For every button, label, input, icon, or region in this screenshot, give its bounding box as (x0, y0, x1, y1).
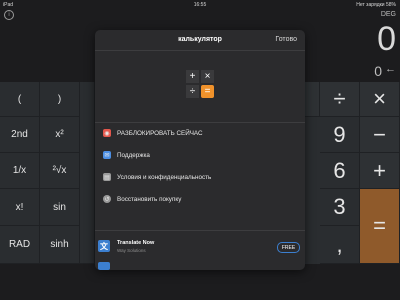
document-icon: ▤ (103, 173, 111, 181)
unlock-item[interactable]: ◉ РАЗБЛОКИРОВАТЬ СЕЙЧАС (103, 126, 297, 140)
divider (95, 122, 305, 123)
lock-icon: ◉ (103, 129, 111, 137)
key-column-partial (80, 82, 95, 264)
backspace-icon[interactable]: ← (385, 63, 396, 75)
app-icon: + × ÷ = (186, 70, 215, 99)
times-icon: × (201, 70, 214, 83)
restore-label: Восстановить покупку (117, 195, 182, 203)
key-divide[interactable]: ÷ (320, 82, 360, 117)
settings-sheet: калькулятор Готово + × ÷ = ◉ РАЗБЛОКИРОВ… (95, 30, 305, 270)
ad-icon-partial (98, 262, 110, 270)
plus-icon: + (186, 70, 199, 83)
status-bar: iPad 16:55 Нет зарядки 58% (0, 0, 400, 9)
key-sin[interactable]: sin (40, 189, 80, 226)
key-comma[interactable]: , (320, 226, 360, 264)
key-plus[interactable]: + (360, 153, 400, 189)
ad-banner[interactable]: 文 Translate Now Way Solutions FREE (95, 235, 305, 270)
translate-app-icon: 文 (98, 240, 110, 252)
support-item[interactable]: ✉ Поддержка (103, 148, 297, 162)
divider (95, 50, 305, 51)
key-reciprocal[interactable]: 1/x (0, 153, 40, 189)
key-multiply[interactable]: × (360, 82, 400, 117)
ad-app-name: Translate Now (117, 240, 155, 246)
key-column-partial-right (305, 82, 320, 117)
key-six[interactable]: 6 (320, 153, 360, 189)
key-factorial[interactable]: x! (0, 189, 40, 226)
main-display: 0 (377, 20, 396, 58)
restore-icon: ↺ (103, 195, 111, 203)
key-rad[interactable]: RAD (0, 226, 40, 264)
divide-icon: ÷ (186, 85, 199, 98)
clock: 16:55 (193, 2, 207, 8)
secondary-display: 0 (374, 63, 382, 79)
key-nine[interactable]: 9 (320, 117, 360, 153)
terms-label: Условия и конфиденциальность (117, 173, 212, 181)
key-second[interactable]: 2nd (0, 117, 40, 153)
key-three[interactable]: 3 (320, 189, 360, 226)
divider (95, 230, 305, 231)
mail-icon: ✉ (103, 151, 111, 159)
restore-item[interactable]: ↺ Восстановить покупку (103, 192, 297, 206)
unlock-label: РАЗБЛОКИРОВАТЬ СЕЙЧАС (117, 129, 203, 137)
terms-item[interactable]: ▤ Условия и конфиденциальность (103, 170, 297, 184)
battery-status: Нет зарядки 58% (356, 2, 396, 8)
key-close-paren[interactable]: ) (40, 82, 80, 117)
angle-mode: DEG (380, 11, 396, 18)
key-sqrt[interactable]: ²√x (40, 153, 80, 189)
sheet-title: калькулятор (178, 36, 222, 43)
ad-app-subtitle: Way Solutions (117, 248, 146, 253)
done-button[interactable]: Готово (275, 36, 297, 43)
info-icon[interactable]: i (4, 10, 14, 20)
key-open-paren[interactable]: ( (0, 82, 40, 117)
equals-icon: = (201, 85, 214, 98)
key-equals[interactable]: = (360, 189, 400, 264)
key-x-squared[interactable]: x² (40, 117, 80, 153)
support-label: Поддержка (117, 151, 150, 159)
key-sinh[interactable]: sinh (40, 226, 80, 264)
key-minus[interactable]: − (360, 117, 400, 153)
free-button[interactable]: FREE (277, 242, 300, 253)
